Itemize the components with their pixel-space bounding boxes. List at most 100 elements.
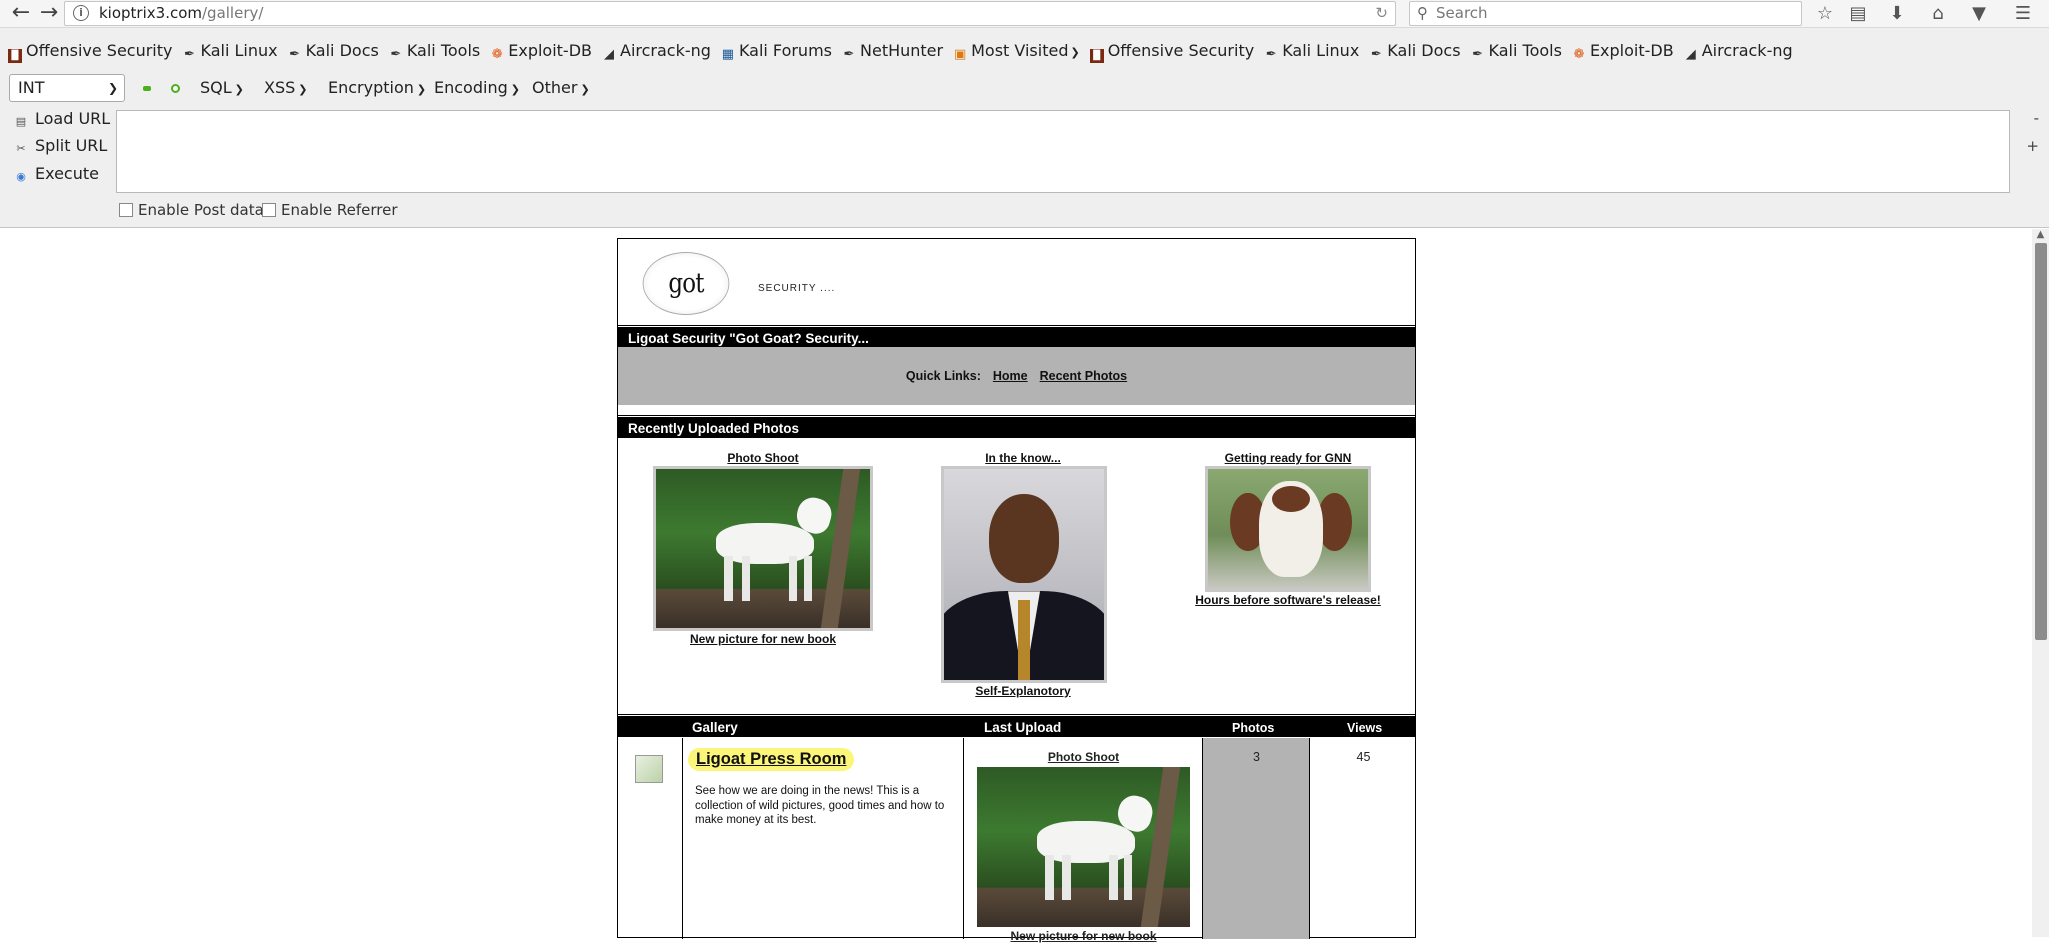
load-url-button[interactable]: ▤ Load URL [14, 109, 110, 129]
pocket-icon[interactable]: ▼ [1966, 1, 1992, 27]
bookmark-item[interactable]: ✒ NetHunter [842, 38, 944, 64]
search-placeholder: Search [1436, 4, 1488, 22]
recent-photo-2[interactable]: In the know... Self-Explanotory [941, 451, 1107, 698]
photo-title[interactable]: Photo Shoot [652, 451, 874, 465]
chevron-down-icon: ❯ [298, 83, 308, 96]
back-arrow-icon[interactable]: ← [8, 1, 34, 27]
kali-dragon-icon: ✒ [1370, 47, 1382, 62]
bookmarks-toolbar: █ Offensive Security ✒ Kali Linux ✒ Kali Docs… [0, 38, 2049, 64]
url-bar[interactable]: i kioptrix3.com/gallery/ ↻ [64, 1, 1396, 26]
hackbar-url-textarea[interactable] [116, 110, 2010, 193]
last-upload-title[interactable]: Photo Shoot [964, 750, 1203, 764]
gallery-description: See how we are doing in the news! This i… [695, 785, 945, 826]
kali-forums-icon: ▦ [721, 47, 735, 62]
header-last-upload: Last Upload [984, 720, 1062, 735]
bookmark-item[interactable]: ❁ Exploit-DB [1572, 38, 1673, 64]
hackbar-panel: INT ❯ SQL ❯ XSS ❯ Encryption ❯ Encoding ❯ Oth… [0, 73, 2049, 228]
enable-referrer-checkbox[interactable]: Enable Referrer [262, 200, 397, 220]
goat-image[interactable] [977, 767, 1190, 927]
photo-caption[interactable]: Self-Explanotory [941, 684, 1105, 698]
forward-arrow-icon[interactable]: → [36, 1, 62, 27]
download-icon[interactable]: ⬇ [1884, 1, 1910, 27]
goat-face-image [1208, 469, 1368, 589]
home-link[interactable]: Home [993, 369, 1028, 383]
expand-button[interactable]: + [2026, 137, 2039, 155]
checkbox-box[interactable] [262, 203, 276, 217]
star-icon[interactable]: ☆ [1812, 1, 1838, 27]
last-upload[interactable]: Photo Shoot New picture for new book [964, 738, 1203, 943]
chevron-down-icon: ❯ [510, 83, 520, 96]
bookmark-item[interactable]: █ Offensive Security [8, 38, 172, 64]
photo-thumbnail[interactable] [941, 466, 1107, 683]
goat-image [656, 469, 870, 628]
got-goat-logo[interactable]: got goat? [642, 252, 730, 360]
tagline: SECURITY .... [758, 283, 836, 294]
increase-icon[interactable] [171, 84, 180, 93]
photo-caption[interactable]: Hours before software's release! [1173, 593, 1403, 607]
bookmark-item[interactable]: ◢ Aircrack-ng [602, 38, 711, 64]
chevron-down-icon: ❯ [1070, 46, 1080, 59]
recent-photo-3[interactable]: Getting ready for GNN Hours before softw… [1173, 451, 1403, 607]
reading-list-icon[interactable]: ▤ [1845, 1, 1871, 27]
recent-photo-1[interactable]: Photo Shoot New picture for new book [652, 451, 874, 646]
table-row: Ligoat Press Room See how we are doing i… [618, 738, 1415, 943]
menu-xss[interactable]: XSS ❯ [264, 73, 308, 105]
photo-caption[interactable]: New picture for new book [652, 632, 874, 646]
chevron-down-icon: ❯ [416, 83, 427, 96]
kali-dragon-icon: ✒ [184, 47, 195, 62]
header-views: Views [1347, 721, 1383, 735]
menu-other[interactable]: Other ❯ [532, 73, 590, 105]
offsec-icon: █ [1089, 49, 1104, 63]
photo-title[interactable]: In the know... [941, 451, 1105, 465]
split-url-button[interactable]: ✂ Split URL [14, 136, 107, 156]
hackbar-type-select[interactable]: INT ❯ [9, 74, 125, 102]
gallery-table-header: Gallery Last Upload Photos Views [618, 713, 1415, 737]
scroll-up-icon[interactable]: ▲ [2032, 229, 2049, 241]
execute-button[interactable]: ◉ Execute [14, 164, 99, 184]
menu-sql[interactable]: SQL ❯ [200, 73, 244, 105]
menu-encryption[interactable]: Encryption ❯ [328, 73, 426, 105]
load-url-icon: ▤ [15, 115, 27, 128]
execute-icon: ◉ [16, 170, 26, 183]
menu-icon[interactable]: ☰ [2010, 1, 2036, 27]
bookmark-most-visited[interactable]: ▣ Most Visited ❯ [953, 38, 1080, 66]
shrink-button[interactable]: - [2034, 109, 2039, 127]
exploitdb-icon: ❁ [1573, 47, 1585, 62]
info-icon[interactable]: i [73, 5, 89, 21]
search-icon: ⚲ [1417, 4, 1428, 22]
bookmark-item[interactable]: ◢ Aircrack-ng [1684, 38, 1793, 64]
gallery-title-link[interactable]: Ligoat Press Room [688, 748, 855, 771]
bookmark-item[interactable]: ❁ Exploit-DB [490, 38, 592, 64]
offsec-icon: █ [8, 49, 22, 63]
kali-dragon-icon: ✒ [1472, 47, 1483, 62]
quick-links-label: Quick Links: [905, 369, 981, 383]
bookmark-item[interactable]: ✒ Kali Docs [288, 38, 379, 64]
checkbox-box[interactable] [119, 203, 133, 217]
bookmark-item[interactable]: ✒ Kali Tools [1471, 38, 1562, 64]
last-upload-caption[interactable]: New picture for new book [964, 929, 1203, 943]
browser-chrome: ← → i kioptrix3.com/gallery/ ↻ ⚲ Search … [0, 0, 2049, 228]
recently-uploaded-bar: Recently Uploaded Photos [618, 414, 1415, 438]
bookmark-item[interactable]: ✒ Kali Linux [1264, 38, 1360, 64]
enable-post-checkbox[interactable]: Enable Post data [119, 200, 264, 220]
chevron-down-icon: ❯ [107, 81, 118, 95]
bookmark-item[interactable]: █ Offensive Security [1089, 38, 1254, 64]
home-icon[interactable]: ⌂ [1925, 1, 1951, 27]
menu-encoding[interactable]: Encoding ❯ [434, 73, 520, 105]
reload-icon[interactable]: ↻ [1375, 2, 1388, 25]
scrollbar-thumb[interactable] [2035, 243, 2047, 640]
recent-photos-link[interactable]: Recent Photos [1040, 369, 1128, 383]
photo-thumbnail[interactable] [1205, 466, 1371, 592]
bookmark-item[interactable]: ✒ Kali Tools [389, 38, 480, 64]
bookmark-item[interactable]: ✒ Kali Linux [182, 38, 278, 64]
decrease-icon[interactable] [143, 86, 151, 91]
photo-thumbnail[interactable] [653, 466, 873, 631]
url-host: kioptrix3.com [99, 4, 202, 22]
gallery-image-icon[interactable] [635, 755, 663, 783]
photo-title[interactable]: Getting ready for GNN [1173, 451, 1403, 465]
url-path: /gallery/ [202, 4, 264, 22]
bookmark-item[interactable]: ▦ Kali Forums [721, 38, 832, 64]
quick-links: Quick Links: Home Recent Photos [618, 347, 1415, 405]
bookmark-item[interactable]: ✒ Kali Docs [1369, 38, 1461, 64]
search-input[interactable]: ⚲ Search [1409, 1, 1802, 26]
